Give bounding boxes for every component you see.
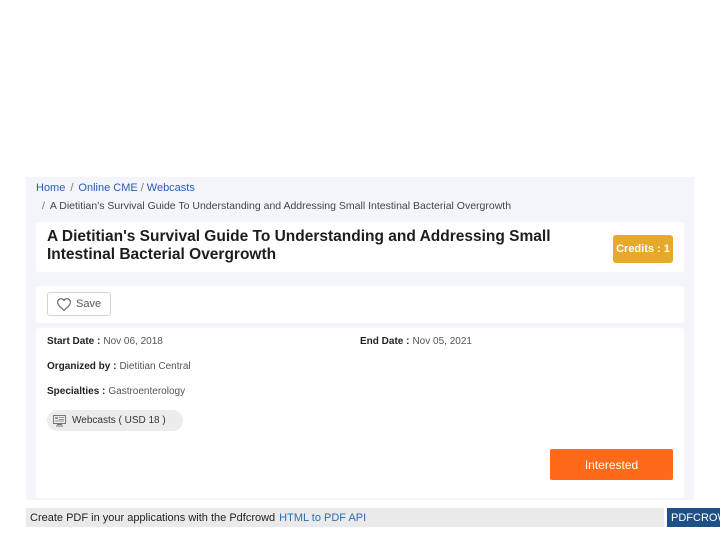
breadcrumb-current: / A Dietitian's Survival Guide To Underst… [42,200,511,212]
organized-by-value: Dietitian Central [119,361,191,372]
save-button[interactable]: Save [47,292,111,316]
organized-by-row: Organized by : Dietitian Central [47,361,191,372]
page-title: A Dietitian's Survival Guide To Understa… [47,228,551,263]
title-card: A Dietitian's Survival Guide To Understa… [36,222,684,272]
specialties-value: Gastroenterology [108,386,186,397]
details-card: Start Date : Nov 06, 2018 End Date : Nov 0… [36,328,684,498]
interested-button[interactable]: Interested [550,449,673,480]
breadcrumb-home-link[interactable]: Home [36,182,65,194]
pdf-footer: Create PDF in your applications with the… [26,508,664,527]
breadcrumb-webcasts-link[interactable]: Webcasts [147,182,195,194]
breadcrumb-separator: / [42,200,45,212]
breadcrumb-online-cme-link[interactable]: Online CME [78,182,137,194]
specialties-row: Specialties : Gastroenterology [47,386,185,397]
end-date-row: End Date : Nov 05, 2021 [360,336,472,347]
organized-by-label: Organized by : [47,361,117,372]
specialties-label: Specialties : [47,386,106,397]
webcast-icon [53,415,66,427]
save-button-label: Save [76,298,102,310]
start-date-value: Nov 06, 2018 [103,336,163,347]
heart-icon [57,297,71,311]
footer-api-link[interactable]: HTML to PDF API [279,512,366,524]
start-date-label: Start Date : [47,336,101,347]
footer-text: Create PDF in your applications with the… [30,511,276,524]
format-chip-label: Webcasts ( USD 18 ) [72,415,166,426]
end-date-value: Nov 05, 2021 [412,336,472,347]
pdfcrowd-brand[interactable]: PDFCROWD [667,508,720,527]
format-chip[interactable]: Webcasts ( USD 18 ) [47,410,183,431]
breadcrumb-current-page: A Dietitian's Survival Guide To Understa… [49,200,512,212]
breadcrumb-separator: / [140,182,144,194]
save-card: Save [36,286,684,323]
breadcrumb: Home / Online CME / Webcasts [36,182,195,194]
credits-badge: Credits : 1 [613,235,673,263]
breadcrumb-separator: / [70,182,74,194]
end-date-label: End Date : [360,336,410,347]
start-date-row: Start Date : Nov 06, 2018 [47,336,163,347]
